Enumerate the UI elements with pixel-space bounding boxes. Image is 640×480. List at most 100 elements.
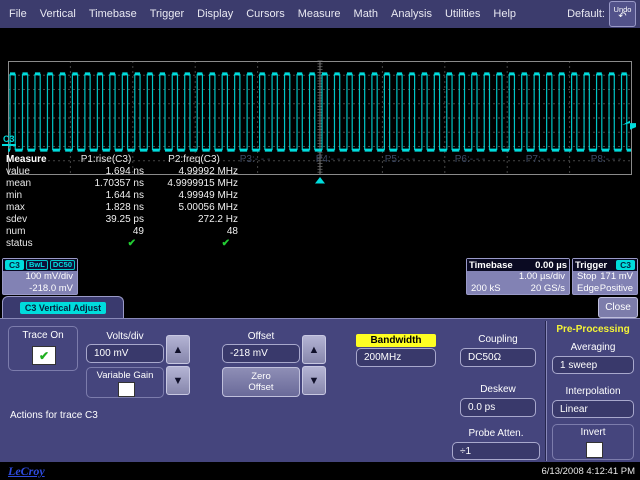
coupling-label: Coupling bbox=[460, 334, 536, 345]
timebase-samples: 200 kS bbox=[471, 283, 501, 295]
measure-cell-status: ✔ bbox=[150, 238, 238, 250]
lecroy-logo: LeCroy bbox=[8, 464, 45, 479]
measure-row-label-status: status bbox=[6, 238, 33, 250]
variable-gain-checkbox[interactable] bbox=[118, 382, 135, 397]
bandwidth-value: 200MHz bbox=[364, 352, 401, 363]
measure-column-p2: P2:freq(C3)4.99992 MHz4.9999915 MHz4.999… bbox=[150, 154, 238, 250]
variable-gain-group: Variable Gain bbox=[86, 367, 164, 398]
measure-cell-value: 4.99992 MHz bbox=[150, 166, 238, 178]
offset-up-button[interactable]: ▲ bbox=[302, 335, 326, 364]
menu-item-timebase[interactable]: Timebase bbox=[89, 8, 137, 20]
offset-label: Offset bbox=[222, 331, 300, 342]
menu-bar: File Vertical Timebase Trigger Display Cursor… bbox=[0, 0, 640, 29]
offset-down-button[interactable]: ▼ bbox=[302, 366, 326, 395]
menu-item-cursors[interactable]: Cursors bbox=[246, 8, 285, 20]
tab-c3-vertical-adjust[interactable]: C3 Vertical Adjust bbox=[2, 296, 124, 318]
c3-descriptor-box[interactable]: C3 BwL DC50 100 mV/div -218.0 mV bbox=[2, 258, 78, 295]
measure-row-label-mean: mean bbox=[6, 178, 33, 190]
trace-on-label: Trace On bbox=[9, 330, 77, 341]
zero-offset-button[interactable]: Zero Offset bbox=[222, 367, 300, 397]
menu-item-analysis[interactable]: Analysis bbox=[391, 8, 432, 20]
variable-gain-label: Variable Gain bbox=[87, 370, 163, 381]
undo-button[interactable]: Undo ↶ bbox=[609, 1, 636, 27]
offset-field[interactable]: -218 mV bbox=[222, 344, 300, 363]
menu-right: Default: Undo ↶ bbox=[567, 0, 636, 28]
measure-column-p1: P1:rise(C3)1.694 ns1.70357 ns1.644 ns1.8… bbox=[68, 154, 144, 250]
measure-row-labels: valuemeanminmaxsdevnumstatus bbox=[6, 166, 33, 250]
tab-label: C3 Vertical Adjust bbox=[20, 302, 106, 314]
coupling-value: DC50Ω bbox=[468, 352, 501, 363]
trigger-descriptor-box[interactable]: Trigger C3 Stop 171 mV Edge Positive bbox=[572, 258, 638, 295]
menu-item-vertical[interactable]: Vertical bbox=[40, 8, 76, 20]
zero-offset-label-2: Offset bbox=[248, 382, 273, 393]
offset-value: -218 mV bbox=[230, 348, 268, 359]
probe-atten-field[interactable]: ÷1 bbox=[452, 442, 540, 460]
c3-vertical-adjust-dialog: Trace On ✔ Volts/div 100 mV ▲ ▼ Variable… bbox=[0, 318, 640, 463]
c3-channel-chip: C3 bbox=[5, 260, 24, 270]
datetime-display: 6/13/2008 4:12:41 PM bbox=[542, 466, 636, 477]
trigger-title: Trigger bbox=[575, 260, 607, 271]
volts-div-up-button[interactable]: ▲ bbox=[166, 335, 190, 364]
trigger-type: Edge bbox=[577, 283, 599, 295]
trigger-slope: Positive bbox=[600, 283, 633, 295]
oscilloscope-screen: File Vertical Timebase Trigger Display Cursor… bbox=[0, 0, 640, 480]
coupling-badge: DC50 bbox=[50, 260, 75, 270]
bandwidth-label: Bandwidth bbox=[356, 334, 436, 347]
measure-cell-mean: 4.9999915 MHz bbox=[150, 178, 238, 190]
menu-item-file[interactable]: File bbox=[9, 8, 27, 20]
measure-cell-min: 4.99949 MHz bbox=[150, 190, 238, 202]
trace-on-group: Trace On ✔ bbox=[8, 326, 78, 371]
close-button[interactable]: Close bbox=[598, 297, 638, 318]
menu-item-measure[interactable]: Measure bbox=[298, 8, 341, 20]
measure-cell-mean: 1.70357 ns bbox=[68, 178, 144, 190]
measure-row-label-max: max bbox=[6, 202, 33, 214]
probe-atten-label: Probe Atten. bbox=[452, 428, 540, 439]
invert-label: Invert bbox=[553, 427, 633, 438]
close-label: Close bbox=[605, 302, 631, 313]
measure-column-p5: P5:- - - bbox=[365, 154, 435, 166]
deskew-label: Deskew bbox=[460, 384, 536, 395]
c3-ground-level-marker[interactable]: C3 bbox=[2, 134, 16, 146]
coupling-field[interactable]: DC50Ω bbox=[460, 348, 536, 367]
c3-volts-per-div: 100 mV/div bbox=[25, 271, 73, 283]
measure-column-p6: P6:- - - bbox=[435, 154, 505, 166]
trigger-source-chip: C3 bbox=[616, 260, 635, 270]
trace-on-checkbox[interactable]: ✔ bbox=[32, 346, 56, 365]
measure-column-header: P1:rise(C3) bbox=[68, 154, 144, 166]
menu-item-utilities[interactable]: Utilities bbox=[445, 8, 480, 20]
status-bar: LeCroy 6/13/2008 4:12:41 PM bbox=[0, 462, 640, 480]
measure-column-p7: P7:- - - bbox=[506, 154, 576, 166]
volts-div-label: Volts/div bbox=[86, 331, 164, 342]
measure-row-label-sdev: sdev bbox=[6, 214, 33, 226]
averaging-field[interactable]: 1 sweep bbox=[552, 356, 634, 374]
probe-atten-value: ÷1 bbox=[460, 446, 471, 457]
bandwidth-field[interactable]: 200MHz bbox=[356, 348, 436, 367]
timebase-title: Timebase bbox=[469, 260, 513, 271]
measure-row-label-num: num bbox=[6, 226, 33, 238]
volts-div-field[interactable]: 100 mV bbox=[86, 344, 164, 363]
interpolation-label: Interpolation bbox=[550, 386, 636, 397]
measure-column-p4: P4:- - - bbox=[296, 154, 366, 166]
measure-row-label-value: value bbox=[6, 166, 33, 178]
measure-column-header: P4:- - - bbox=[296, 154, 366, 166]
measure-column-header: P3:- - - bbox=[220, 154, 290, 166]
volts-div-down-button[interactable]: ▼ bbox=[166, 366, 190, 395]
measure-column-header: P6:- - - bbox=[435, 154, 505, 166]
trigger-level-marker[interactable] bbox=[622, 121, 636, 130]
menu-item-help[interactable]: Help bbox=[493, 8, 516, 20]
menu-item-display[interactable]: Display bbox=[197, 8, 233, 20]
deskew-field[interactable]: 0.0 ps bbox=[460, 398, 536, 417]
invert-group: Invert bbox=[552, 424, 634, 460]
measure-cell-status: ✔ bbox=[68, 238, 144, 250]
interpolation-field[interactable]: Linear bbox=[552, 400, 634, 418]
measure-table: Measure valuemeanminmaxsdevnumstatus P1:… bbox=[0, 152, 640, 256]
invert-checkbox[interactable] bbox=[586, 442, 603, 458]
volts-div-value: 100 mV bbox=[94, 348, 128, 359]
menu-item-math[interactable]: Math bbox=[354, 8, 378, 20]
preprocessing-title: Pre-Processing bbox=[548, 324, 638, 335]
timebase-descriptor-box[interactable]: Timebase 0.00 µs 1.00 µs/div 200 kS 20 G… bbox=[466, 258, 570, 295]
timebase-per-div: 1.00 µs/div bbox=[519, 271, 565, 283]
preprocessing-divider bbox=[545, 321, 547, 461]
measure-cell-num: 49 bbox=[68, 226, 144, 238]
menu-item-trigger[interactable]: Trigger bbox=[150, 8, 184, 20]
